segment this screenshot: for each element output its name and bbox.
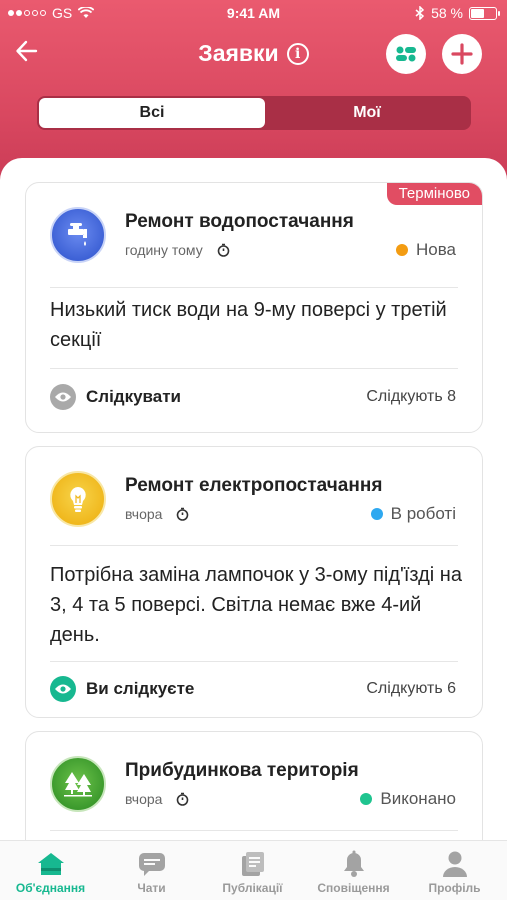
requests-list[interactable]: Терміново Ремонт водопостачання годину т… <box>0 158 507 840</box>
tab-association[interactable]: Об'єднання <box>0 849 101 895</box>
card-title: Ремонт електропостачання <box>125 475 383 496</box>
filter-icon <box>396 46 416 62</box>
trees-icon <box>50 756 106 812</box>
segment-control: Всі Мої <box>37 96 471 130</box>
follow-button[interactable]: Ви слідкуєте <box>50 676 194 702</box>
tab-label: Чати <box>137 881 166 895</box>
divider <box>50 287 458 288</box>
card-time-text: вчора <box>125 506 163 522</box>
page-title: Заявки i <box>0 40 507 67</box>
request-card[interactable]: Терміново Ремонт водопостачання годину т… <box>25 182 483 433</box>
tab-publications[interactable]: Публікації <box>202 849 303 895</box>
page-title-text: Заявки <box>198 40 279 66</box>
tab-label: Публікації <box>222 881 283 895</box>
timer-icon <box>217 243 229 257</box>
card-time: вчора <box>125 791 189 807</box>
request-card[interactable]: Прибудинкова територія вчора Виконано <box>25 731 483 840</box>
segment-all[interactable]: Всі <box>39 98 265 128</box>
status-text: Нова <box>415 240 456 259</box>
tab-notifications[interactable]: Сповіщення <box>303 849 404 895</box>
divider <box>50 368 458 369</box>
card-time: годину тому <box>125 242 230 258</box>
divider <box>50 661 458 662</box>
divider <box>50 830 458 831</box>
water-tap-icon <box>50 207 106 263</box>
info-icon[interactable]: i <box>286 43 309 65</box>
profile-icon <box>404 849 505 879</box>
card-time: вчора <box>125 506 189 522</box>
eye-icon <box>50 676 76 702</box>
publications-icon <box>202 849 303 879</box>
chat-icon <box>101 849 202 879</box>
status-label: В роботі <box>370 504 456 524</box>
tab-chats[interactable]: Чати <box>101 849 202 895</box>
timer-icon <box>177 792 189 806</box>
follow-label: Ви слідкуєте <box>86 679 195 698</box>
battery-percent: 58 % <box>431 5 463 21</box>
eye-icon <box>50 384 76 410</box>
card-time-text: годину тому <box>125 242 203 258</box>
plus-icon <box>451 43 473 65</box>
follow-label: Слідкувати <box>86 387 182 406</box>
bell-icon <box>303 849 404 879</box>
followers-count: Слідкують 8 <box>366 388 456 405</box>
tab-bar: Об'єднання Чати Публікації Сповіщення Пр… <box>0 840 507 900</box>
status-right: 58 % <box>415 5 500 21</box>
card-description: Низький тиск води на 9-му поверсі у трет… <box>50 299 447 351</box>
segment-mine[interactable]: Мої <box>265 98 469 128</box>
home-icon <box>0 849 101 879</box>
status-label: Виконано <box>360 789 456 809</box>
timer-icon <box>177 507 189 521</box>
status-label: Нова <box>395 240 456 260</box>
status-bar: GS 9:41 AM 58 % <box>0 0 507 26</box>
request-card[interactable]: Ремонт електропостачання вчора В роботі … <box>25 446 483 718</box>
status-dot <box>395 244 408 256</box>
card-title: Ремонт водопостачання <box>125 211 354 232</box>
card-time-text: вчора <box>125 791 163 807</box>
tab-profile[interactable]: Профіль <box>404 849 505 895</box>
status-dot <box>360 793 373 805</box>
card-title: Прибудинкова територія <box>125 760 359 781</box>
tab-label: Сповіщення <box>317 881 390 895</box>
add-request-button[interactable] <box>442 34 482 74</box>
status-text: Виконано <box>380 789 456 808</box>
bluetooth-icon <box>415 6 425 20</box>
card-description: Потрібна заміна лампочок у 3-ому під'їзд… <box>50 564 462 646</box>
followers-count: Слідкують 6 <box>366 680 456 697</box>
tab-label: Об'єднання <box>15 881 86 895</box>
status-dot <box>370 508 383 520</box>
divider <box>50 545 458 546</box>
battery-icon <box>469 6 500 20</box>
tab-label: Профіль <box>428 881 481 895</box>
light-bulb-icon <box>50 471 106 527</box>
status-text: В роботі <box>390 504 456 523</box>
filter-button[interactable] <box>386 34 426 74</box>
nav-bar: Заявки i <box>0 32 507 76</box>
battery-fill <box>471 8 485 18</box>
urgent-badge: Терміново <box>386 183 482 205</box>
follow-button[interactable]: Слідкувати <box>50 384 181 410</box>
